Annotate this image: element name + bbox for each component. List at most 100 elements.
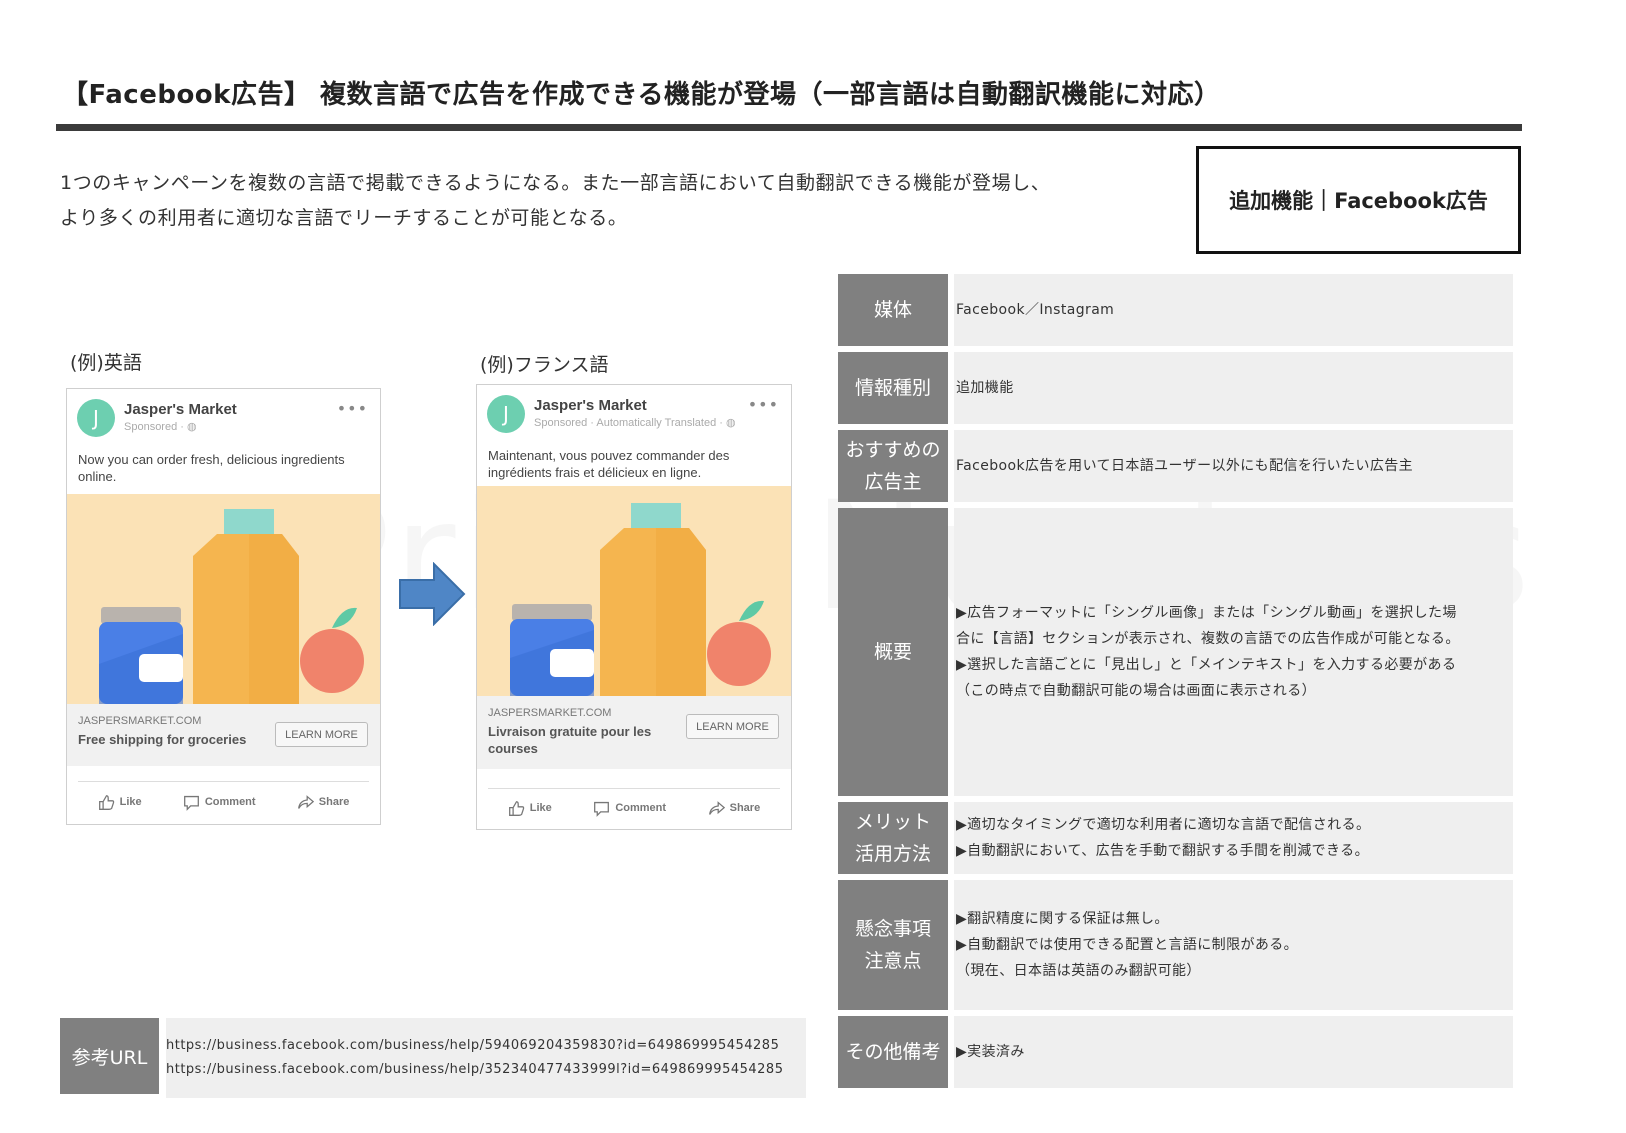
info-value: Facebook／Instagram: [954, 274, 1513, 346]
info-value-text: ▶選択した言語ごとに「見出し」と「メインテキスト」を入力する必要がある: [956, 657, 1457, 673]
more-options-icon[interactable]: •••: [337, 399, 368, 418]
info-row-notes: その他備考 ▶実装済み: [838, 1016, 1513, 1088]
info-value: Facebook広告を用いて日本語ユーザー以外にも配信を行いたい広告主: [954, 430, 1513, 502]
share-icon: [297, 794, 314, 809]
globe-icon: ◍: [186, 421, 197, 433]
ad-link-section[interactable]: JASPERSMARKET.COM Livraison gratuite pou…: [477, 696, 791, 769]
reference-label: 参考URL: [60, 1018, 159, 1094]
comment-label: Comment: [204, 796, 256, 808]
info-value-text: 合に【言語】セクションが表示され、複数の言語での広告作成が可能となる。: [956, 631, 1460, 647]
info-row-overview: 概要 ▶広告フォーマットに「シングル画像」または「シングル動画」を選択した場 合…: [838, 508, 1513, 796]
info-row-concerns: 懸念事項 注意点 ▶翻訳精度に関する保証は無し。 ▶自動翻訳では使用できる配置と…: [838, 880, 1513, 1010]
info-label-line: おすすめの: [845, 439, 941, 461]
ad-preview-english: J Jasper's Market Sponsored · ◍ ••• Now …: [66, 388, 381, 825]
ad-body-text: Maintenant, vous pouvez commander des in…: [488, 448, 730, 480]
ad-image: [67, 494, 380, 704]
arrow-right-icon: [399, 562, 466, 626]
ad-headline: Livraison gratuite pour les courses: [488, 724, 652, 756]
info-value-text: Facebook広告を用いて日本語ユーザー以外にも配信を行いたい広告主: [956, 458, 1414, 474]
info-value-text: ▶翻訳精度に関する保証は無し。: [956, 911, 1169, 927]
comment-icon: [183, 795, 199, 811]
thumbs-up-icon: [98, 794, 114, 810]
intro-line: 1つのキャンペーンを複数の言語で掲載できるようになる。また一部言語において自動翻…: [60, 172, 1051, 194]
info-label: おすすめの 広告主: [838, 430, 948, 502]
share-icon: [708, 800, 725, 815]
page-title: 【Facebook広告】 複数言語で広告を作成できる機能が登場（一部言語は自動翻…: [62, 80, 1221, 110]
category-tag: 追加機能｜Facebook広告: [1196, 146, 1521, 254]
more-options-icon[interactable]: •••: [748, 395, 779, 414]
info-value-text: （この時点で自動翻訳可能の場合は画面に表示される）: [956, 683, 1316, 699]
info-row-media: 媒体 Facebook／Instagram: [838, 274, 1513, 346]
sponsored-label: Sponsored · ◍: [124, 420, 197, 433]
sponsored-text: Sponsored · Automatically Translated ·: [534, 417, 726, 429]
info-value-text: 追加機能: [956, 380, 1014, 396]
ad-actions: Like Comment Share: [67, 787, 380, 817]
info-label: その他備考: [838, 1016, 948, 1088]
share-label: Share: [729, 802, 761, 814]
page-avatar-icon: J: [77, 399, 115, 437]
info-value-text: （現在、日本語は英語のみ翻訳可能）: [956, 963, 1201, 979]
ad-link-section[interactable]: JASPERSMARKET.COM Free shipping for groc…: [67, 704, 380, 766]
info-label-line: 広告主: [864, 471, 922, 493]
info-label-line: 注意点: [864, 950, 922, 972]
ad-headline: Free shipping for groceries: [78, 732, 247, 747]
comment-icon: [594, 801, 610, 817]
like-label: Like: [119, 796, 142, 808]
info-label-line: 懸念事項: [854, 918, 931, 940]
info-label: 概要: [838, 508, 948, 796]
ad-header: J Jasper's Market Sponsored · ◍ ••• Now …: [67, 389, 380, 494]
thumbs-up-icon: [508, 800, 524, 816]
info-value-text: ▶広告フォーマットに「シングル画像」または「シングル動画」を選択した場: [956, 605, 1457, 621]
info-label-line: 活用方法: [854, 843, 931, 865]
reference-url-link[interactable]: https://business.facebook.com/business/h…: [166, 1034, 806, 1058]
info-value: ▶適切なタイミングで適切な利用者に適切な言語で配信される。 ▶自動翻訳において、…: [954, 802, 1513, 874]
info-label: 情報種別: [838, 352, 948, 424]
ad-domain: JASPERSMARKET.COM: [488, 707, 612, 719]
info-value-text: ▶自動翻訳において、広告を手動で翻訳する手間を削減できる。: [956, 843, 1369, 859]
info-value-text: Facebook／Instagram: [956, 302, 1115, 318]
info-label: メリット 活用方法: [838, 802, 948, 874]
share-button[interactable]: Share: [708, 800, 761, 817]
info-row-merit: メリット 活用方法 ▶適切なタイミングで適切な利用者に適切な言語で配信される。 …: [838, 802, 1513, 874]
comment-label: Comment: [615, 802, 667, 814]
comment-button[interactable]: Comment: [593, 800, 666, 817]
example-caption-english: (例)英語: [70, 352, 142, 374]
info-value-text: ▶自動翻訳では使用できる配置と言語に制限がある。: [956, 937, 1299, 953]
info-label: 媒体: [838, 274, 948, 346]
share-button[interactable]: Share: [297, 794, 350, 811]
info-value: ▶広告フォーマットに「シングル画像」または「シングル動画」を選択した場 合に【言…: [954, 508, 1513, 796]
comment-button[interactable]: Comment: [183, 794, 256, 811]
reference-urls: https://business.facebook.com/business/h…: [166, 1018, 806, 1098]
ad-actions: Like Comment Share: [477, 793, 791, 823]
info-value: ▶翻訳精度に関する保証は無し。 ▶自動翻訳では使用できる配置と言語に制限がある。…: [954, 880, 1513, 1010]
intro-text: 1つのキャンペーンを複数の言語で掲載できるようになる。また一部言語において自動翻…: [60, 166, 1160, 236]
like-button[interactable]: Like: [98, 794, 142, 811]
groceries-illustration: [99, 509, 364, 704]
ad-preview-french: J Jasper's Market Sponsored · Automatica…: [476, 384, 792, 830]
reference-url-link[interactable]: https://business.facebook.com/business/h…: [166, 1058, 806, 1082]
sponsored-text: Sponsored ·: [124, 421, 187, 433]
title-rule: [56, 124, 1522, 131]
share-label: Share: [318, 796, 350, 808]
groceries-illustration: [510, 503, 771, 696]
like-button[interactable]: Like: [508, 800, 552, 817]
info-value: ▶実装済み: [954, 1016, 1513, 1088]
learn-more-button[interactable]: LEARN MORE: [686, 714, 779, 739]
divider: [78, 781, 369, 782]
info-value-text: ▶適切なタイミングで適切な利用者に適切な言語で配信される。: [956, 817, 1371, 833]
page-avatar-icon: J: [487, 395, 525, 433]
info-row-advertiser: おすすめの 広告主 Facebook広告を用いて日本語ユーザー以外にも配信を行い…: [838, 430, 1513, 502]
info-label: 懸念事項 注意点: [838, 880, 948, 1010]
page-name[interactable]: Jasper's Market: [124, 401, 237, 418]
page-name[interactable]: Jasper's Market: [534, 397, 647, 414]
info-value-text: ▶実装済み: [956, 1044, 1025, 1060]
globe-icon: ◍: [725, 417, 736, 429]
ad-image: [477, 486, 791, 696]
ad-body-text: Now you can order fresh, delicious ingre…: [78, 452, 345, 484]
like-label: Like: [529, 802, 552, 814]
info-value: 追加機能: [954, 352, 1513, 424]
info-row-type: 情報種別 追加機能: [838, 352, 1513, 424]
info-label-line: メリット: [854, 811, 931, 833]
sponsored-label: Sponsored · Automatically Translated · ◍: [534, 416, 736, 429]
learn-more-button[interactable]: LEARN MORE: [275, 722, 368, 747]
